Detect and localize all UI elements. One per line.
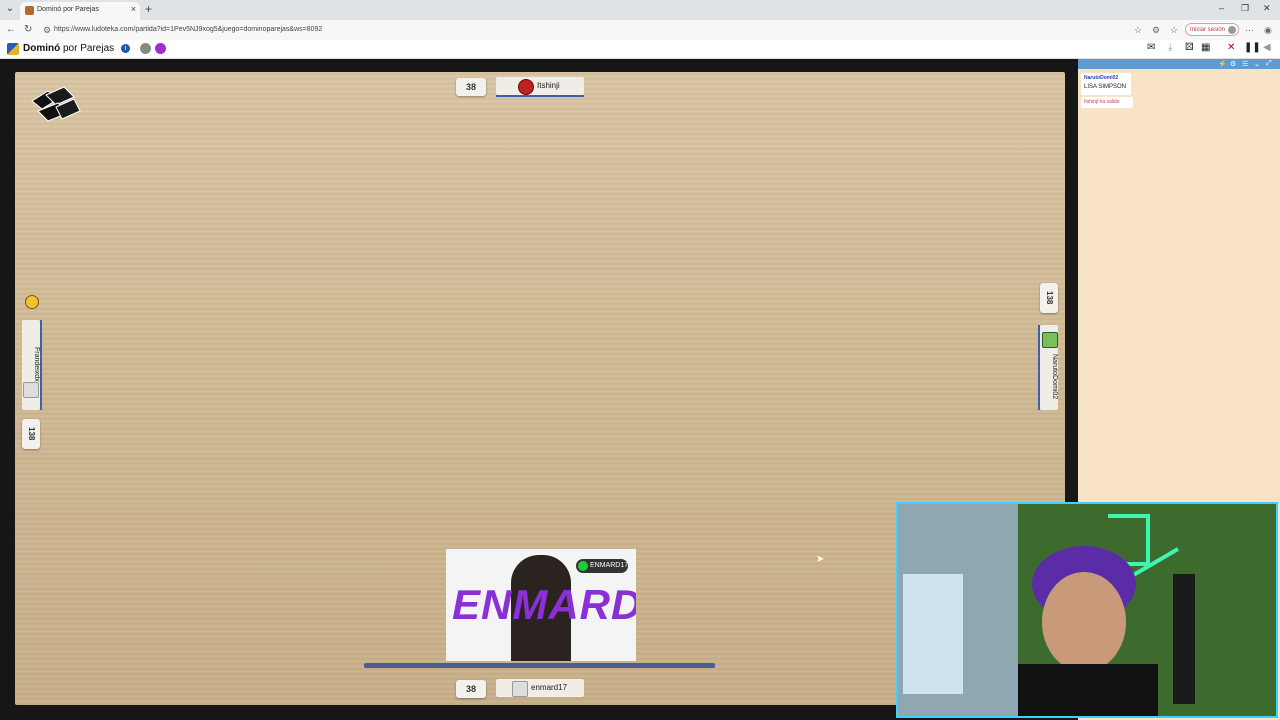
restore-icon[interactable]: ❐ — [1241, 3, 1249, 14]
tab-close-icon[interactable]: × — [131, 4, 136, 14]
profile-avatar-icon — [1228, 26, 1236, 34]
sound-icon[interactable]: ◀ — [1263, 42, 1271, 53]
right-player-tag[interactable]: NarutoDomi02 — [1038, 325, 1058, 410]
grid-icon[interactable]: ▦ — [1201, 42, 1210, 53]
chat-system-message: Itshinji ha salido — [1081, 97, 1133, 108]
right-player-avatar — [1042, 332, 1058, 348]
site-info-icon[interactable]: ⚙ — [43, 25, 51, 36]
chat-users-icon[interactable]: ☰ — [1242, 60, 1248, 68]
minimize-icon[interactable]: – — [1219, 3, 1224, 13]
tab-list-icon[interactable]: ⌄ — [4, 3, 16, 15]
extensions-icon[interactable]: ⚙ — [1152, 25, 1160, 36]
info-icon[interactable]: i — [121, 44, 130, 53]
new-tab-icon[interactable]: + — [145, 2, 152, 16]
chat-settings-icon[interactable]: ⚙ — [1230, 60, 1236, 68]
pause-icon[interactable]: ❚❚ — [1244, 42, 1261, 53]
portrait-big-text: ENMARD17 — [452, 581, 636, 628]
streamer-portrait: ENMARD17 ENMARD17 — [446, 549, 636, 661]
player-emoji-icon — [25, 295, 39, 309]
exit-icon[interactable]: ✕ — [1227, 42, 1235, 53]
site-header: Dominó por Parejas i ✉ ⤓ ⚄ ▦ ✕ ❚❚ ◀ — [0, 40, 1280, 59]
top-player-score: 38 — [456, 78, 486, 96]
chat-message: NarutoDomi02 LISA SIMPSON — [1081, 73, 1131, 95]
portrait-brand-badge: ENMARD17 — [576, 559, 628, 573]
top-player-avatar — [518, 79, 534, 95]
bottom-player-avatar — [512, 681, 528, 697]
webcam-image — [898, 504, 1276, 716]
site-favicon-icon — [25, 6, 34, 15]
top-player-bar — [496, 95, 584, 97]
webcam-overlay — [896, 502, 1278, 718]
chat-bolt-icon[interactable]: ⚡ — [1218, 60, 1227, 68]
page-title-rest: por Parejas — [60, 43, 115, 54]
chat-message-author: NarutoDomi02 — [1084, 75, 1119, 81]
domino-pile-icon — [31, 86, 81, 122]
chat-collapse-icon[interactable]: ⌄ — [1254, 60, 1260, 68]
download-icon[interactable]: ⤓ — [1168, 42, 1172, 53]
chat-toolbar: ⚡ ⚙ ☰ ⌄ ⤢ — [1078, 59, 1280, 69]
more-menu-icon[interactable]: ⋯ — [1245, 25, 1254, 36]
bottom-player-tag[interactable]: enmard17 — [496, 679, 584, 697]
back-icon[interactable]: ← — [6, 24, 16, 35]
top-player-tag[interactable]: Itshinji — [496, 77, 584, 97]
kick-logo-icon — [578, 561, 588, 571]
right-player-score: 138 — [1045, 291, 1054, 305]
bottom-player-name: enmard17 — [531, 683, 568, 692]
tab-title: Dominó por Parejas — [37, 6, 99, 13]
collections-icon[interactable]: ☆ — [1170, 25, 1178, 36]
right-player-name: NarutoDomi02 — [1051, 354, 1058, 400]
url-field[interactable]: https://www.ludoteka.com/partida?id=1Pev… — [54, 26, 322, 33]
portrait-brand-text: ENMARD17 — [590, 562, 629, 569]
player-hand-bar — [364, 663, 715, 668]
chat-expand-icon[interactable]: ⤢ — [1266, 60, 1272, 68]
signin-label: Iniciar sesión — [1190, 27, 1226, 33]
favorite-star-icon[interactable]: ☆ — [1134, 25, 1142, 36]
reload-icon[interactable]: ↻ — [24, 24, 32, 35]
left-player-bar — [40, 320, 42, 410]
bottom-player-score: 38 — [456, 680, 486, 698]
stats-icon[interactable] — [140, 43, 151, 54]
right-player-score-box: 138 — [1040, 283, 1058, 313]
window-close-icon[interactable]: ✕ — [1263, 3, 1271, 14]
top-player-name: Itshinji — [537, 81, 560, 90]
page-title-bold: Dominó — [23, 43, 61, 54]
left-player-avatar — [23, 382, 39, 398]
page-title: Dominó por Parejas — [23, 43, 114, 54]
dice-icon[interactable]: ⚄ — [1185, 42, 1194, 53]
left-player-tag[interactable]: Frandeixdx — [22, 320, 42, 410]
mouse-cursor-icon: ➤ — [816, 554, 825, 565]
browser-tab[interactable]: Dominó por Parejas × — [20, 2, 140, 20]
left-player-score: 138 — [27, 427, 36, 441]
address-bar: ← ↻ ⚙ https://www.ludoteka.com/partida?i… — [0, 20, 1280, 40]
twitch-icon[interactable] — [155, 43, 166, 54]
left-player-score-box: 138 — [22, 419, 40, 449]
signin-button[interactable]: Iniciar sesión — [1185, 23, 1239, 36]
domino-logo-icon — [7, 43, 19, 55]
mail-icon[interactable]: ✉ — [1147, 42, 1155, 53]
chat-message-text: LISA SIMPSON — [1084, 84, 1127, 90]
copilot-icon[interactable]: ◉ — [1264, 25, 1272, 36]
browser-tab-bar: ⌄ Dominó por Parejas × + – ❐ ✕ — [0, 0, 1280, 20]
